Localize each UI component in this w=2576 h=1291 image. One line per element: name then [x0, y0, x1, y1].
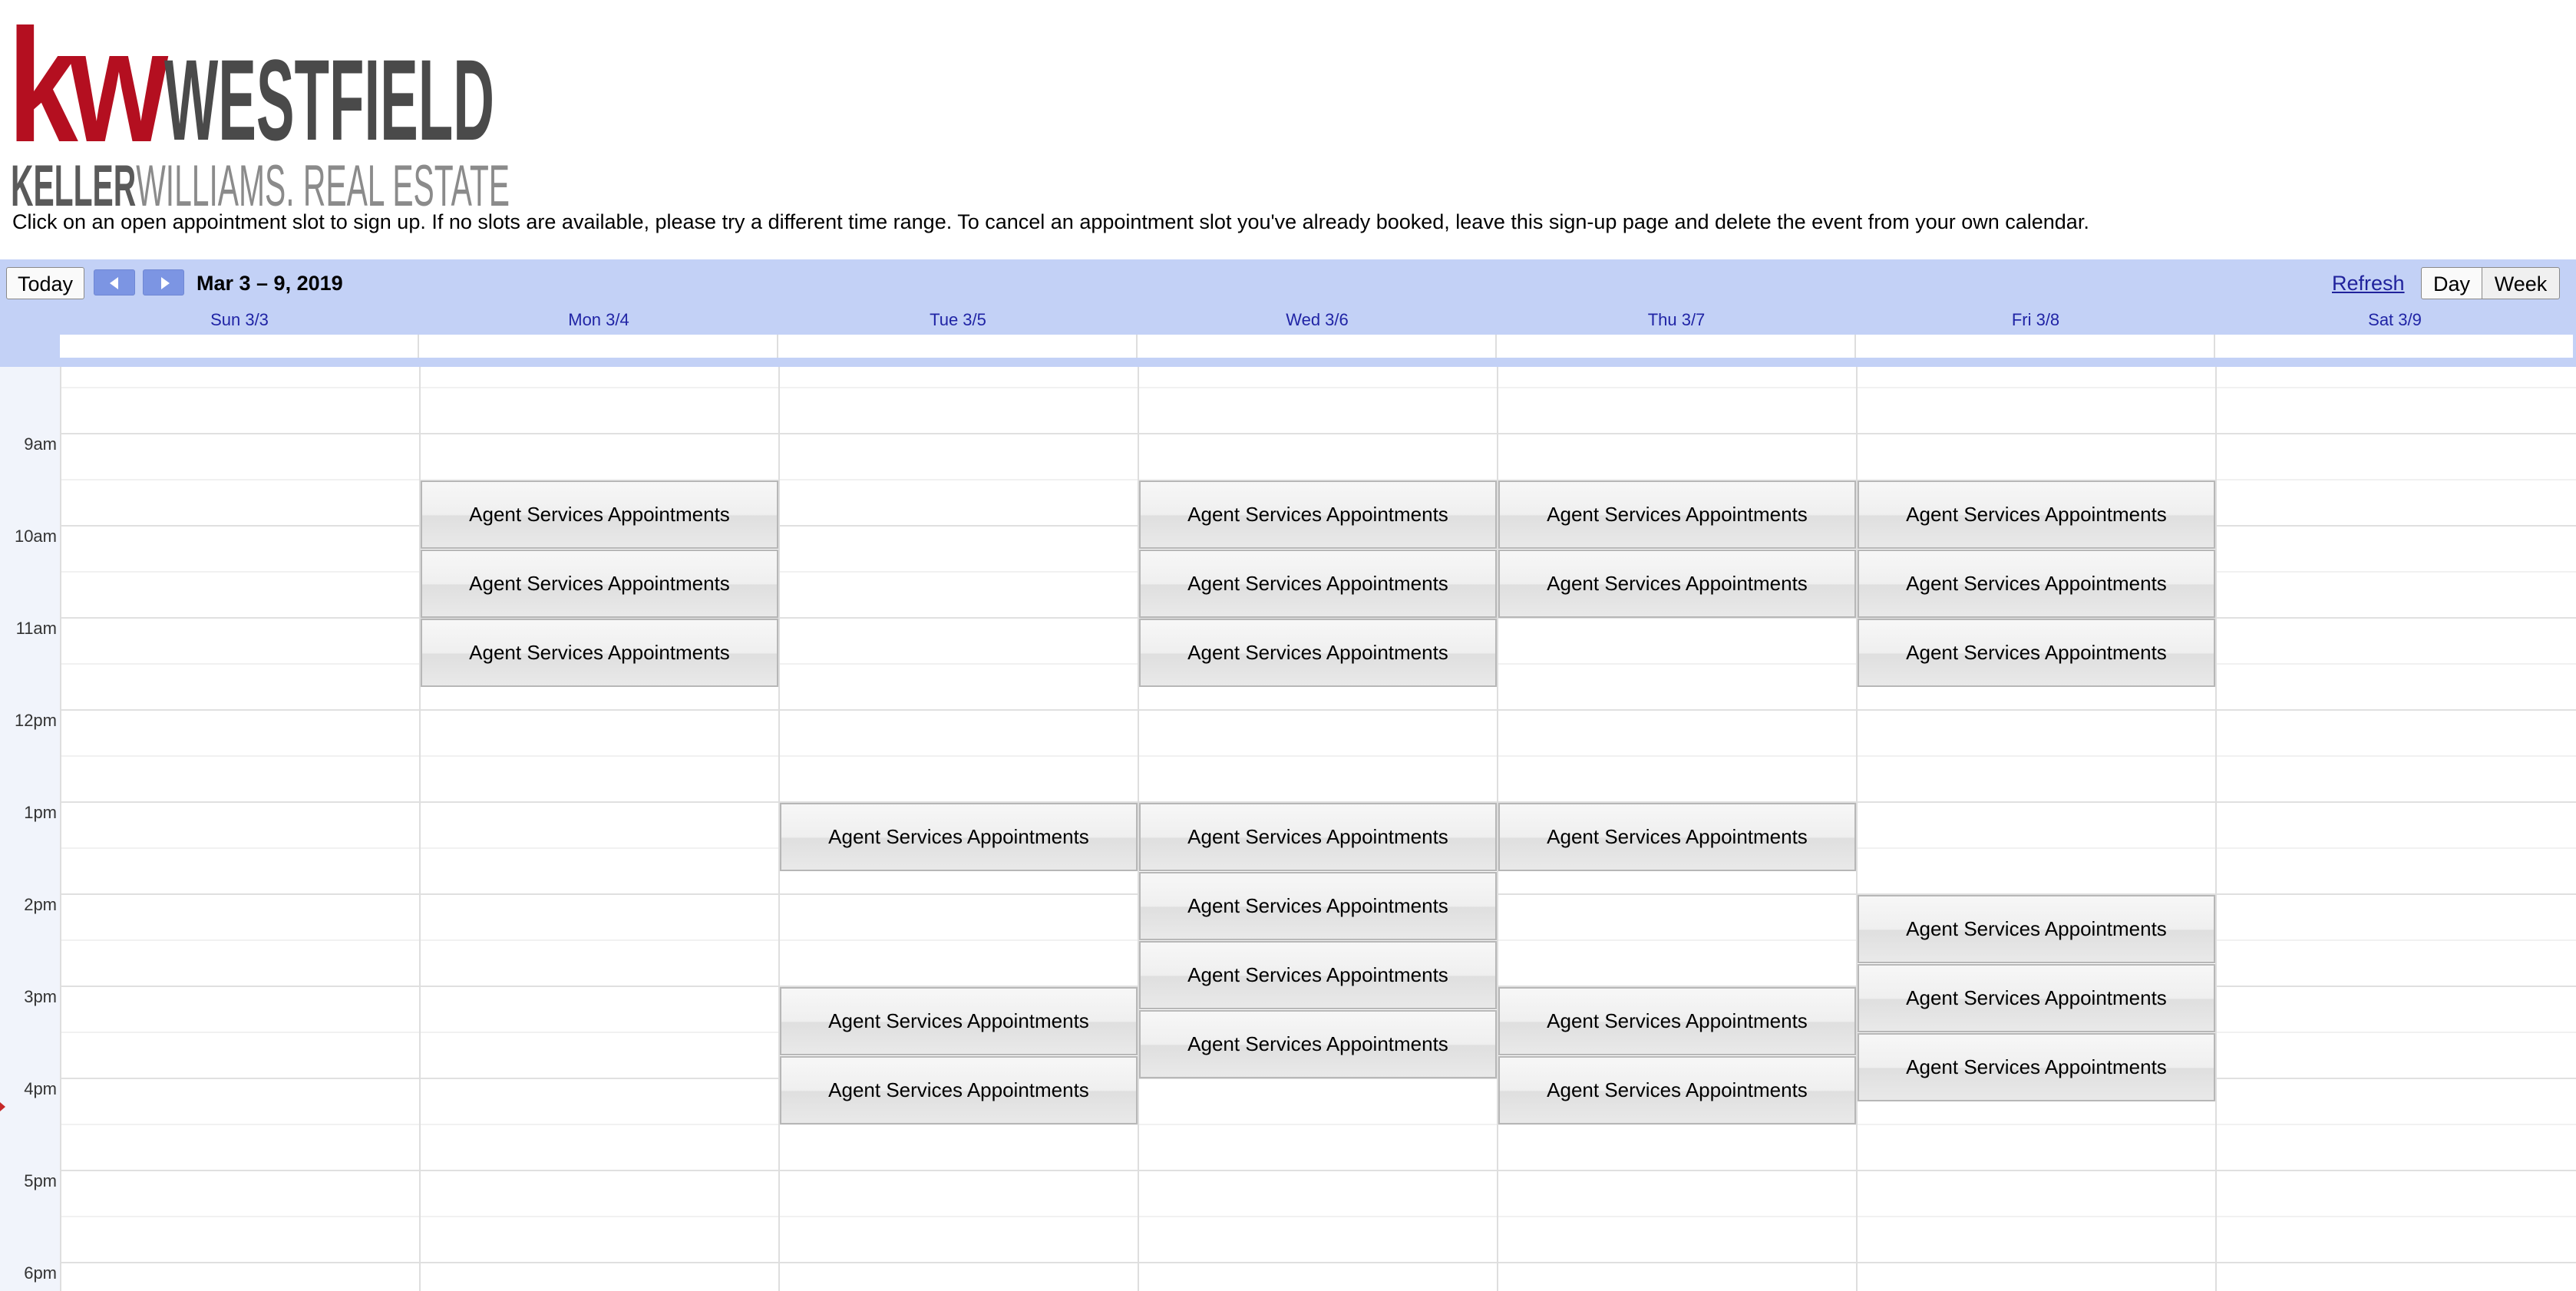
- time-label-2pm: 2pm: [24, 895, 57, 914]
- appointment-slot[interactable]: Agent Services Appointments: [780, 987, 1138, 1055]
- appointment-slot[interactable]: Agent Services Appointments: [1139, 872, 1497, 940]
- appointment-slot[interactable]: Agent Services Appointments: [1858, 1033, 2215, 1101]
- time-label-12pm: 12pm: [14, 711, 57, 730]
- appointment-slot[interactable]: Agent Services Appointments: [1498, 987, 1856, 1055]
- logo-westfield-text: WESTFIELD: [164, 35, 494, 164]
- current-time-marker: [0, 1102, 5, 1111]
- time-label-9am: 9am: [24, 434, 57, 454]
- svg-text:kw: kw: [11, 3, 169, 176]
- appointment-slot[interactable]: Agent Services Appointments: [1858, 964, 2215, 1032]
- signup-instructions: Click on an open appointment slot to sig…: [12, 210, 2089, 233]
- appointment-slot[interactable]: Agent Services Appointments: [1139, 941, 1497, 1009]
- time-label-3pm: 3pm: [24, 987, 57, 1006]
- appointment-slot[interactable]: Agent Services Appointments: [1139, 550, 1497, 618]
- day-header-thu: Thu 3/7: [1647, 310, 1706, 329]
- calendar-toolbar: Today Mar 3 – 9, 2019 Refresh Day Week: [0, 259, 2576, 307]
- appointment-slot[interactable]: Agent Services Appointments: [421, 619, 778, 687]
- appointment-slot[interactable]: Agent Services Appointments: [1858, 895, 2215, 963]
- day-header-mon: Mon 3/4: [568, 310, 629, 329]
- appointment-slot[interactable]: Agent Services Appointments: [1139, 480, 1497, 549]
- day-view-button[interactable]: Day: [2421, 267, 2482, 299]
- refresh-link[interactable]: Refresh: [2332, 272, 2405, 296]
- appointment-slot[interactable]: Agent Services Appointments: [1139, 619, 1497, 687]
- time-label-5pm: 5pm: [24, 1171, 57, 1190]
- appointment-slot[interactable]: Agent Services Appointments: [1498, 1056, 1856, 1124]
- time-label-1pm: 1pm: [24, 803, 57, 822]
- chevron-left-icon: [110, 277, 118, 289]
- day-header-tue: Tue 3/5: [930, 310, 986, 329]
- appointment-slot[interactable]: Agent Services Appointments: [1139, 1010, 1497, 1078]
- chevron-right-icon: [161, 277, 170, 289]
- appointment-slot[interactable]: Agent Services Appointments: [1498, 480, 1856, 549]
- appointment-slot[interactable]: Agent Services Appointments: [421, 550, 778, 618]
- time-label-11am: 11am: [15, 619, 57, 638]
- appointment-slot[interactable]: Agent Services Appointments: [1858, 619, 2215, 687]
- day-header-sat: Sat 3/9: [2368, 310, 2422, 329]
- time-gutter: [0, 367, 60, 1291]
- logo-tagline: KELLERWILLIAMS. REAL ESTATE: [11, 154, 510, 210]
- day-header-fri: Fri 3/8: [2011, 310, 2060, 329]
- appointment-slot[interactable]: Agent Services Appointments: [421, 480, 778, 549]
- time-label-4pm: 4pm: [24, 1079, 57, 1098]
- time-label-10am: 10am: [14, 527, 57, 546]
- next-week-button[interactable]: [143, 269, 184, 296]
- appointment-slot[interactable]: Agent Services Appointments: [1858, 480, 2215, 549]
- kw-logo-mark: kw: [11, 3, 180, 176]
- appointment-slot[interactable]: Agent Services Appointments: [780, 1056, 1138, 1124]
- day-header-wed: Wed 3/6: [1286, 310, 1349, 329]
- appointment-slot[interactable]: Agent Services Appointments: [780, 803, 1138, 871]
- svg-text:KELLERWILLIAMS. REAL ESTATE: KELLERWILLIAMS. REAL ESTATE: [11, 154, 510, 210]
- today-button[interactable]: Today: [6, 267, 84, 299]
- appointment-slot[interactable]: Agent Services Appointments: [1498, 803, 1856, 871]
- date-range-title: Mar 3 – 9, 2019: [197, 272, 343, 295]
- prev-week-button[interactable]: [94, 269, 135, 296]
- kw-westfield-logo: kw WESTFIELD KELLERWILLIAMS. REAL ESTATE: [11, 3, 510, 210]
- appointment-slot[interactable]: Agent Services Appointments: [1858, 550, 2215, 618]
- day-header-row: Sun 3/3 Mon 3/4 Tue 3/5 Wed 3/6 Thu 3/7 …: [0, 307, 2576, 367]
- day-header-sun: Sun 3/3: [210, 310, 269, 329]
- appointment-slot[interactable]: Agent Services Appointments: [1498, 550, 1856, 618]
- appointment-slot[interactable]: Agent Services Appointments: [1139, 803, 1497, 871]
- time-label-6pm: 6pm: [24, 1263, 57, 1283]
- all-day-row: [60, 335, 2573, 358]
- week-view-button[interactable]: Week: [2482, 267, 2560, 299]
- time-grid: 9am 10am 11am 12pm 1pm 2pm 3pm 4pm 5pm 6…: [0, 367, 2576, 1291]
